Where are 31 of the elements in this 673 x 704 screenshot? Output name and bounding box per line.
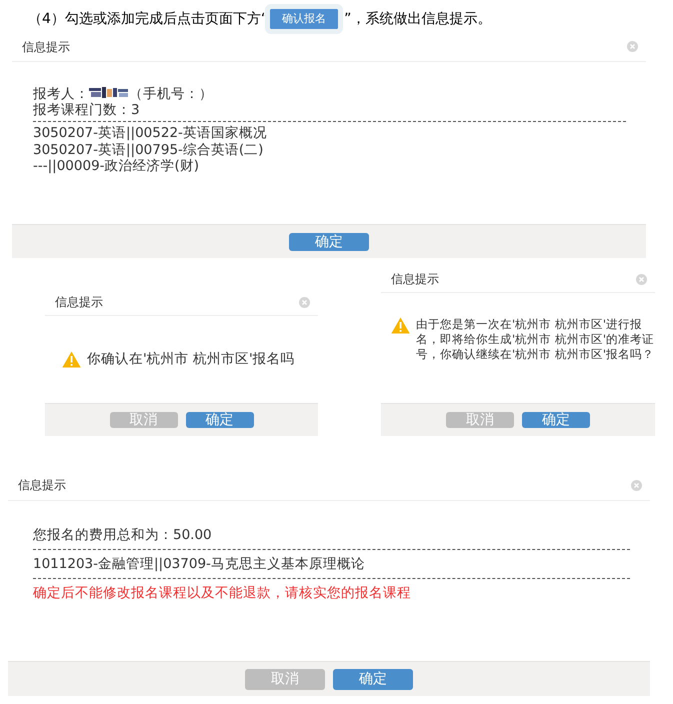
- confirm-button[interactable]: 确定: [289, 232, 369, 250]
- blurred-name: [89, 86, 129, 99]
- close-icon[interactable]: [631, 480, 642, 490]
- body-text: 您报名的费用总和为：50.00: [33, 527, 213, 544]
- dialog-title: 信息提示: [391, 271, 439, 288]
- warning-icon: [62, 351, 81, 368]
- dialog-title: 信息提示: [18, 477, 66, 494]
- confirm-message: 你确认在'杭州市 杭州市区'报名吗: [87, 351, 295, 368]
- close-icon[interactable]: [627, 41, 638, 52]
- dialog-title: 信息提示: [55, 294, 103, 311]
- warning-icon: [391, 317, 410, 334]
- body-text: 3050207-英语||00522-英语国家概况: [33, 125, 268, 142]
- warning-message: 确定后不能修改报名课程以及不能退款，请核实您的报名课程: [33, 585, 412, 602]
- body-text: ---||00009-政治经济学(财): [33, 158, 200, 174]
- instruction-text: ”，系统做出信息提示。: [344, 10, 492, 28]
- phone-label: （手机号：）: [129, 86, 213, 102]
- confirm-registration-button[interactable]: 确认报名: [270, 8, 338, 30]
- applicant-label: 报考人：: [33, 86, 89, 102]
- confirm-button[interactable]: 确定: [186, 412, 254, 428]
- cancel-button[interactable]: 取消: [110, 412, 178, 428]
- body-text: 1011203-金融管理||03709-马克思主义基本原理概论: [33, 556, 366, 572]
- cancel-button[interactable]: 取消: [245, 668, 325, 690]
- close-icon[interactable]: [636, 274, 647, 284]
- body-text: 3050207-英语||00795-综合英语(二): [33, 142, 264, 158]
- confirm-button[interactable]: 确定: [522, 412, 590, 428]
- confirm-button[interactable]: 确定: [333, 668, 413, 690]
- confirm-message: 由于您是第一次在'杭州市 杭州市区'进行报 名，即将给你生成'杭州市 杭州市区'的准考证 号，你确认继续在'杭州市 杭州市区'报名吗？: [416, 317, 654, 362]
- cancel-button[interactable]: 取消: [446, 412, 514, 428]
- body-text: 报考课程门数：3: [33, 102, 141, 118]
- close-icon[interactable]: [299, 296, 310, 308]
- dialog-title: 信息提示: [22, 38, 70, 56]
